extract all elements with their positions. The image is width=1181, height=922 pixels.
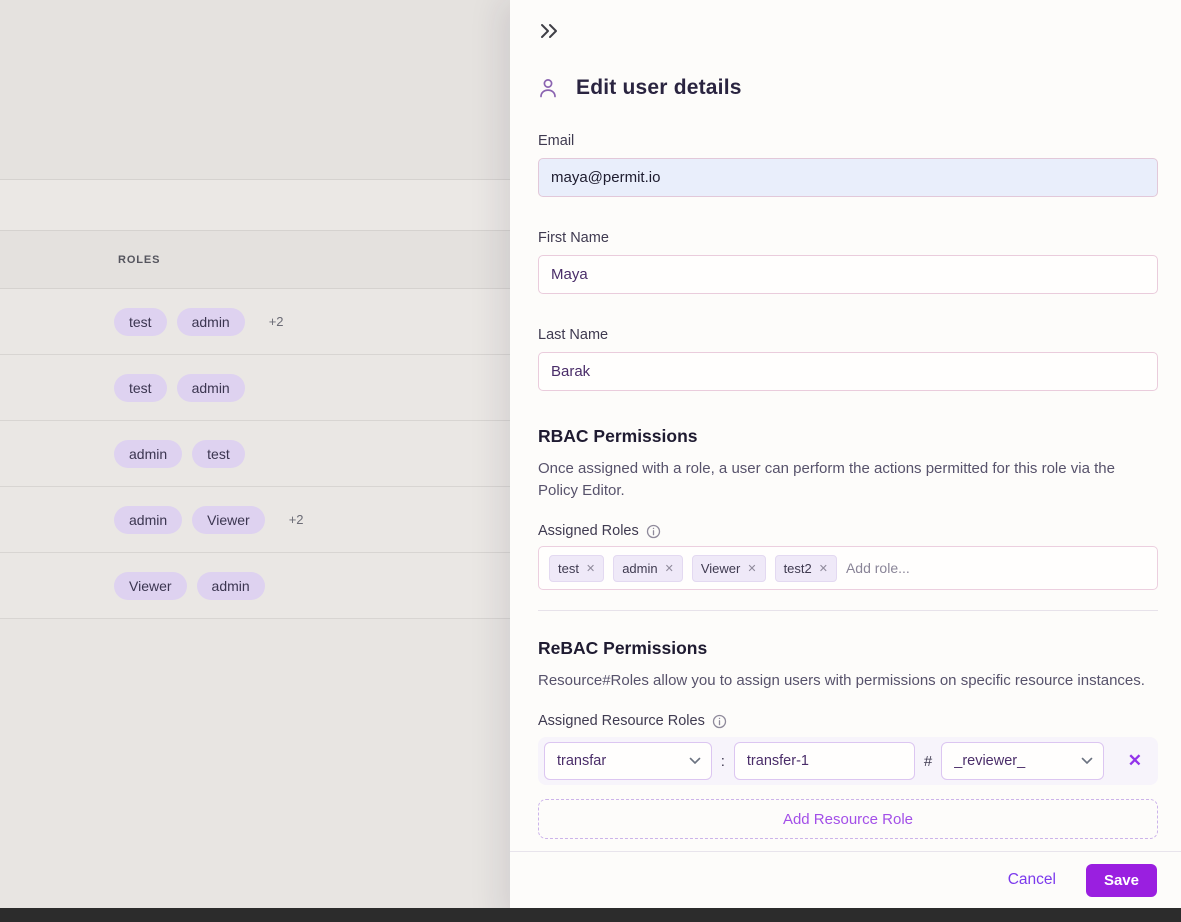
more-roles-count: +2 bbox=[289, 512, 304, 527]
role-badge: admin bbox=[114, 506, 182, 534]
resource-type-select[interactable]: transfar bbox=[544, 742, 712, 780]
role-badge: Viewer bbox=[192, 506, 265, 534]
info-icon bbox=[646, 524, 661, 539]
panel-footer: Cancel Save bbox=[510, 851, 1181, 908]
first-name-label: First Name bbox=[538, 230, 1158, 246]
role-tag-label: admin bbox=[622, 561, 657, 576]
section-divider bbox=[538, 610, 1158, 611]
edit-user-panel: Edit user details Email First Name Last … bbox=[510, 0, 1181, 922]
last-name-label: Last Name bbox=[538, 327, 1158, 343]
page-title: Edit user details bbox=[576, 76, 742, 100]
rbac-section-heading: RBAC Permissions bbox=[538, 426, 1158, 447]
colon-separator: : bbox=[721, 753, 725, 770]
first-name-field[interactable] bbox=[538, 255, 1158, 294]
roles-column-header: ROLES bbox=[118, 254, 160, 266]
role-tag-label: test2 bbox=[784, 561, 812, 576]
role-tag: admin ✕ bbox=[613, 555, 683, 582]
hash-separator: # bbox=[924, 753, 932, 770]
assigned-roles-label: Assigned Roles bbox=[538, 523, 639, 539]
add-resource-role-button[interactable]: Add Resource Role bbox=[538, 799, 1158, 839]
assigned-roles-input[interactable]: test ✕ admin ✕ Viewer ✕ test2 ✕ bbox=[538, 546, 1158, 590]
remove-role-icon[interactable]: ✕ bbox=[747, 562, 756, 575]
assigned-resource-roles-label: Assigned Resource Roles bbox=[538, 713, 705, 729]
role-badge: Viewer bbox=[114, 572, 187, 600]
role-tag: Viewer ✕ bbox=[692, 555, 766, 582]
role-tag: test2 ✕ bbox=[775, 555, 837, 582]
role-badge: admin bbox=[114, 440, 182, 468]
bottom-dark-bar bbox=[0, 908, 1181, 922]
rebac-section-description: Resource#Roles allow you to assign users… bbox=[538, 670, 1158, 692]
resource-type-value: transfar bbox=[557, 753, 606, 769]
role-tag-label: test bbox=[558, 561, 579, 576]
chevron-down-icon bbox=[689, 757, 701, 765]
double-chevron-right-icon bbox=[538, 21, 560, 41]
last-name-field[interactable] bbox=[538, 352, 1158, 391]
role-badge: admin bbox=[177, 374, 245, 402]
role-tag: test ✕ bbox=[549, 555, 604, 582]
info-icon bbox=[712, 714, 727, 729]
rebac-section-heading: ReBAC Permissions bbox=[538, 638, 1158, 659]
add-role-input[interactable] bbox=[846, 560, 1147, 576]
assigned-resource-roles-label-row: Assigned Resource Roles bbox=[538, 713, 1158, 729]
collapse-panel-button[interactable] bbox=[538, 18, 564, 44]
remove-role-icon[interactable]: ✕ bbox=[665, 562, 674, 575]
role-tag-label: Viewer bbox=[701, 561, 741, 576]
email-field[interactable] bbox=[538, 158, 1158, 197]
more-roles-count: +2 bbox=[269, 314, 284, 329]
save-button[interactable]: Save bbox=[1086, 864, 1157, 897]
resource-role-select[interactable]: _reviewer_ bbox=[941, 742, 1104, 780]
resource-role-value: _reviewer_ bbox=[954, 753, 1025, 769]
role-badge: test bbox=[114, 308, 167, 336]
user-icon bbox=[538, 77, 558, 99]
chevron-down-icon bbox=[1081, 757, 1093, 765]
role-badge: test bbox=[114, 374, 167, 402]
role-badge: admin bbox=[177, 308, 245, 336]
remove-role-icon[interactable]: ✕ bbox=[819, 562, 828, 575]
assigned-roles-label-row: Assigned Roles bbox=[538, 523, 1158, 539]
remove-role-icon[interactable]: ✕ bbox=[586, 562, 595, 575]
email-label: Email bbox=[538, 133, 1158, 149]
remove-resource-role-button[interactable]: ✕ bbox=[1122, 747, 1148, 775]
resource-instance-field[interactable] bbox=[734, 742, 915, 780]
role-badge: admin bbox=[197, 572, 265, 600]
panel-title-row: Edit user details bbox=[538, 76, 1158, 100]
cancel-button[interactable]: Cancel bbox=[1008, 871, 1056, 889]
rbac-section-description: Once assigned with a role, a user can pe… bbox=[538, 458, 1158, 502]
resource-role-row: transfar : # _reviewer_ ✕ bbox=[538, 737, 1158, 785]
role-badge: test bbox=[192, 440, 245, 468]
